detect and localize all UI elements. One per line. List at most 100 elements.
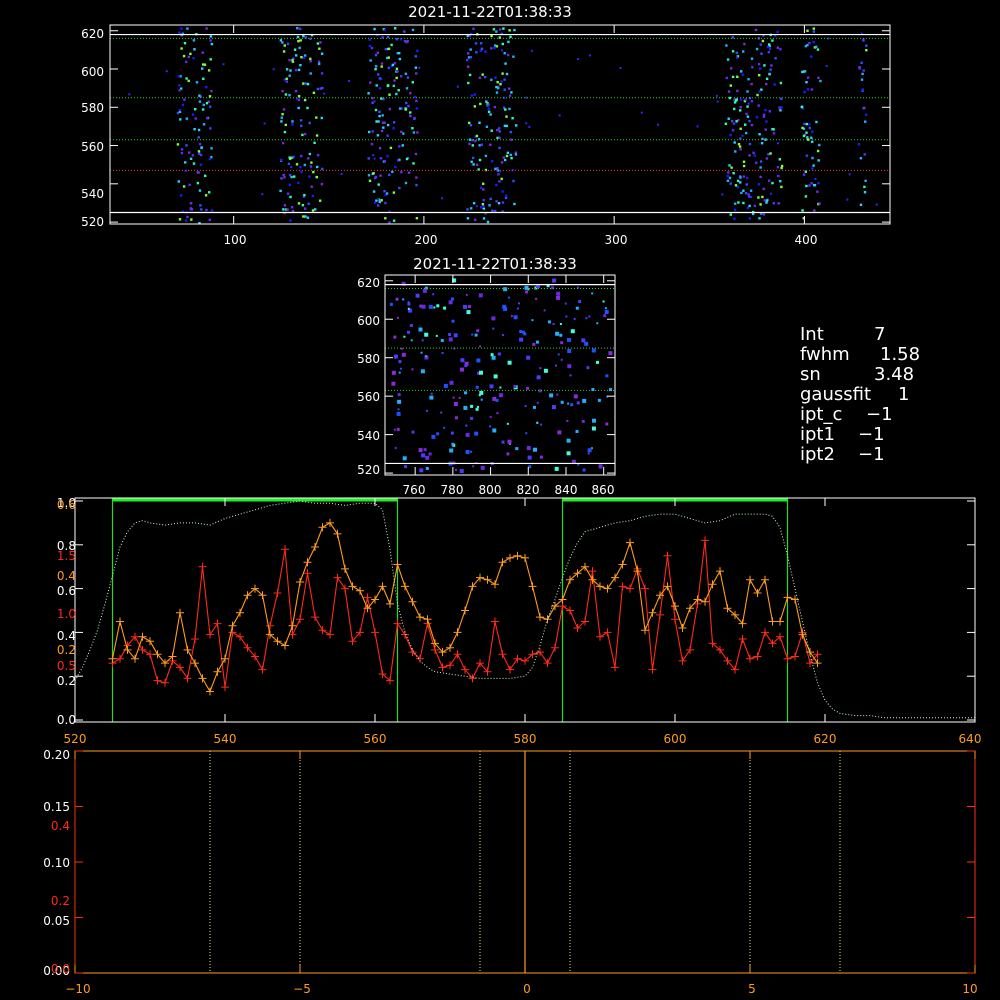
pixel [493,44,497,47]
pixel [748,142,752,146]
pixel [511,117,514,120]
pixel [814,177,817,180]
pixel [321,86,324,90]
pixel [733,208,737,211]
pixel [451,319,455,323]
pixel [382,126,385,129]
pixel [730,67,733,70]
pixel [740,70,743,73]
pixel [731,119,734,123]
pixel [492,28,496,31]
pixel [861,72,864,76]
pixel [209,58,212,61]
pixel [865,49,868,52]
pixel [176,143,180,146]
profile-y-tick-white: 0.0 [57,713,76,727]
pixel [373,100,376,103]
pixel [292,155,295,159]
pixel [288,173,292,177]
pixel [733,141,736,144]
pixel [370,142,374,146]
pixel [299,64,302,67]
pixel [378,147,382,150]
figure-canvas: 2021-11-22T01:38:33 100 200 300 400 520 … [43,3,981,996]
pixel [804,45,808,48]
pixel [804,195,808,198]
pixel [560,341,564,345]
pixel [378,114,381,118]
pixel [491,160,494,163]
pixel [418,448,423,453]
pixel [512,55,515,58]
pixel [507,439,512,444]
pixel [495,200,498,203]
pixel [765,157,769,160]
data-point [551,643,559,652]
pixel [776,142,779,145]
data-point [611,573,619,582]
top-image-frame [109,24,891,225]
pixel [557,430,562,435]
pixel [803,70,807,73]
pixel [524,285,529,290]
pixel [772,132,776,135]
pixel [177,180,180,183]
pixel [497,87,500,90]
pixel [758,74,761,77]
data-point [813,659,822,668]
pixel [817,182,820,185]
pixel [816,149,820,153]
pixel [762,113,766,116]
pixel [474,333,478,337]
pixel [746,115,750,118]
pixel [504,62,507,65]
pixel [570,403,574,407]
pixel [745,112,748,116]
pixel [808,184,811,187]
pixel [769,192,772,195]
pixel [415,293,420,298]
pixel [180,194,183,197]
pixel [204,174,207,177]
pixel [463,405,468,410]
zoom-y-tick: 560 [357,390,380,404]
pixel [369,59,372,62]
zoom-y-tick: 540 [357,429,380,443]
pixel [283,176,286,179]
pixel [179,118,182,121]
pixel [421,339,424,342]
info-value-gaussfit: 1 [898,384,909,405]
pixel [431,434,436,439]
pixel [772,202,775,205]
pixel [506,53,510,57]
zoom-x-tick: 840 [555,483,578,497]
pixel [591,426,596,431]
pixel [552,405,556,410]
data-point [416,613,424,622]
pixel [501,72,504,75]
pixel [469,124,473,127]
pixel [768,110,771,113]
pixel [761,212,764,215]
pixel [509,153,512,157]
pixel [297,95,301,98]
pixel [864,179,867,182]
pixel [585,317,588,320]
pixel [475,134,479,138]
pixel [477,405,479,408]
pixel [386,84,389,88]
pixel [323,92,326,95]
pixel [493,47,496,50]
data-point [596,632,604,641]
pixel [443,306,447,310]
pixel [200,208,203,211]
pixel [758,217,761,220]
pixel [755,116,759,119]
pixel [383,159,386,163]
pixel [493,105,496,109]
pixel [377,198,380,201]
pixel [755,47,759,51]
pixel [777,174,780,178]
data-point [341,584,349,593]
pixel [483,75,487,79]
